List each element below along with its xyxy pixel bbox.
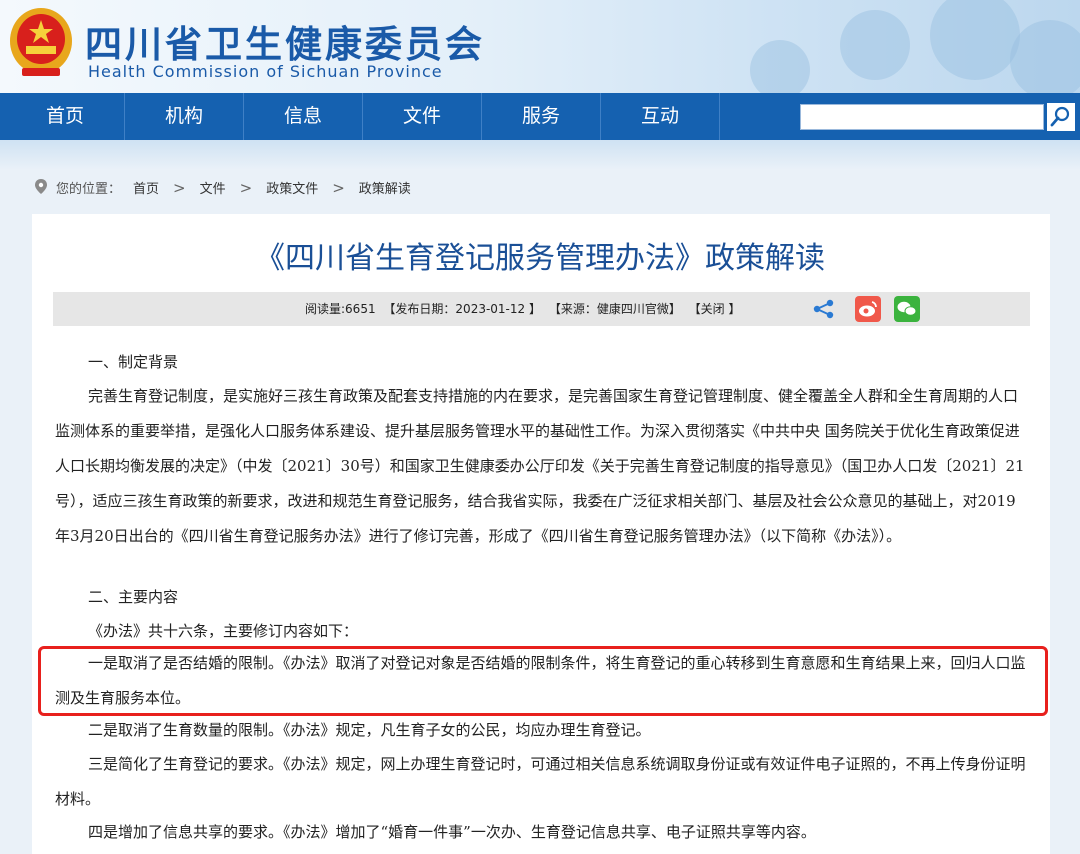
breadcrumb-label: 您的位置：	[56, 182, 122, 197]
breadcrumb-home[interactable]: 首页	[133, 178, 159, 202]
breadcrumb-policy-interpretation[interactable]: 政策解读	[359, 178, 411, 202]
share-icon[interactable]	[812, 299, 836, 319]
chevron-right-icon: >	[332, 179, 345, 197]
paragraph: 完善生育登记制度，是实施好三孩生育政策及配套支持措施的内在要求，是完善国家生育登…	[55, 387, 1025, 545]
section-heading: 一、制定背景	[88, 353, 179, 371]
search-button[interactable]	[1046, 102, 1076, 132]
paragraph: 四是增加了信息共享的要求。《办法》增加了“婚育一件事”一次办、生育登记信息共享、…	[88, 823, 816, 841]
national-emblem-icon	[10, 8, 72, 76]
nav-item-organization[interactable]: 机构	[125, 93, 244, 140]
breadcrumb-documents[interactable]: 文件	[200, 178, 226, 202]
wechat-glyph-icon	[897, 301, 917, 316]
location-pin-icon	[35, 179, 47, 194]
chevron-right-icon: >	[173, 179, 186, 197]
article-source: 【来源：健康四川官微】	[548, 302, 681, 316]
weibo-glyph-icon	[859, 301, 877, 317]
header-band	[0, 140, 1080, 170]
chevron-right-icon: >	[239, 179, 253, 197]
article-meta: 阅读量:6651 【发布日期：2023-01-12 】 【来源：健康四川官微】 …	[305, 300, 740, 318]
paragraph: 三是简化了生育登记的要求。《办法》规定，网上办理生育登记时，可通过相关信息系统调…	[55, 755, 1026, 808]
site-subtitle: Health Commission of Sichuan Province	[88, 62, 443, 81]
breadcrumb-policy-documents[interactable]: 政策文件	[266, 178, 318, 202]
article-title: 《四川省生育登记服务管理办法》政策解读	[255, 241, 825, 276]
wechat-icon[interactable]	[894, 296, 920, 322]
site-title: 四川省卫生健康委员会	[85, 23, 485, 66]
paragraph: 《办法》共十六条，主要修订内容如下：	[88, 622, 359, 640]
nav-item-home[interactable]: 首页	[6, 93, 125, 140]
paragraph: 二是取消了生育数量的限制。《办法》规定，凡生育子女的公民，均应办理生育登记。	[88, 721, 651, 739]
search-icon	[1050, 106, 1070, 127]
close-link[interactable]: 【关闭 】	[689, 302, 741, 316]
section-heading: 二、主要内容	[88, 588, 179, 606]
nav-item-documents[interactable]: 文件	[363, 93, 482, 140]
search-input[interactable]	[800, 104, 1044, 130]
nav-item-interaction[interactable]: 互动	[601, 93, 720, 140]
read-count: 阅读量:6651	[305, 302, 376, 316]
breadcrumb: 您的位置： 首页 > 文件 > 政策文件 > 政策解读	[32, 176, 411, 200]
publish-date: 【发布日期：2023-01-12 】	[383, 302, 541, 316]
nav-item-services[interactable]: 服务	[482, 93, 601, 140]
weibo-icon[interactable]	[855, 296, 881, 322]
highlight-box	[38, 646, 1048, 716]
nav-item-information[interactable]: 信息	[244, 93, 363, 140]
